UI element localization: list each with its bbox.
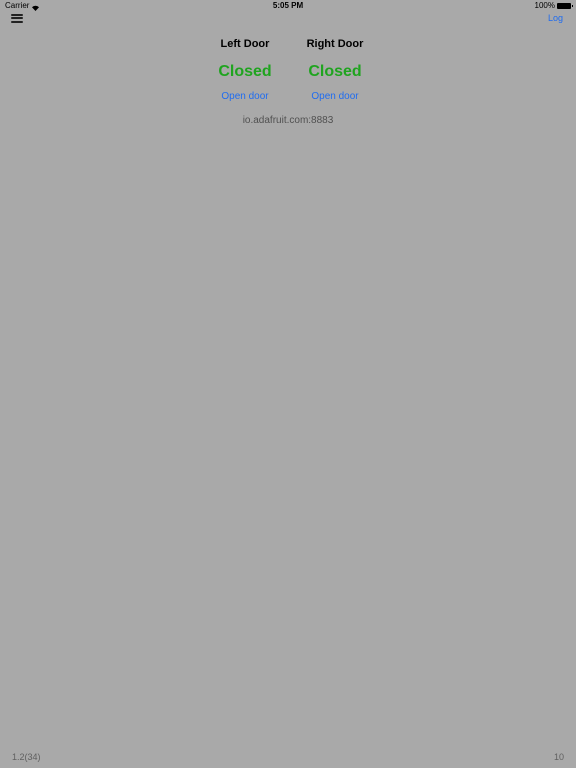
- log-button[interactable]: Log: [548, 13, 563, 23]
- left-door-open-button[interactable]: Open door: [200, 91, 290, 103]
- battery-percent: 100%: [534, 1, 555, 10]
- app-version: 1.2(34): [12, 752, 41, 762]
- server-address: io.adafruit.com:8883: [242, 115, 334, 126]
- hamburger-menu-icon[interactable]: [11, 12, 25, 24]
- left-door-panel: Left Door Closed Open door: [200, 37, 290, 103]
- right-door-title: Right Door: [306, 38, 364, 50]
- right-door-panel: Right Door Closed Open door: [290, 37, 380, 103]
- left-door-status: Closed: [218, 63, 272, 80]
- event-count: 10: [553, 752, 564, 762]
- battery-icon: [557, 3, 573, 9]
- status-time: 5:05 PM: [272, 1, 304, 10]
- right-door-status: Closed: [308, 63, 362, 80]
- battery-indicator: 100%: [534, 0, 573, 12]
- left-door-title: Left Door: [220, 38, 270, 50]
- right-door-open-button[interactable]: Open door: [290, 91, 380, 103]
- status-bar: Carrier 5:05 PM 100%: [0, 0, 576, 12]
